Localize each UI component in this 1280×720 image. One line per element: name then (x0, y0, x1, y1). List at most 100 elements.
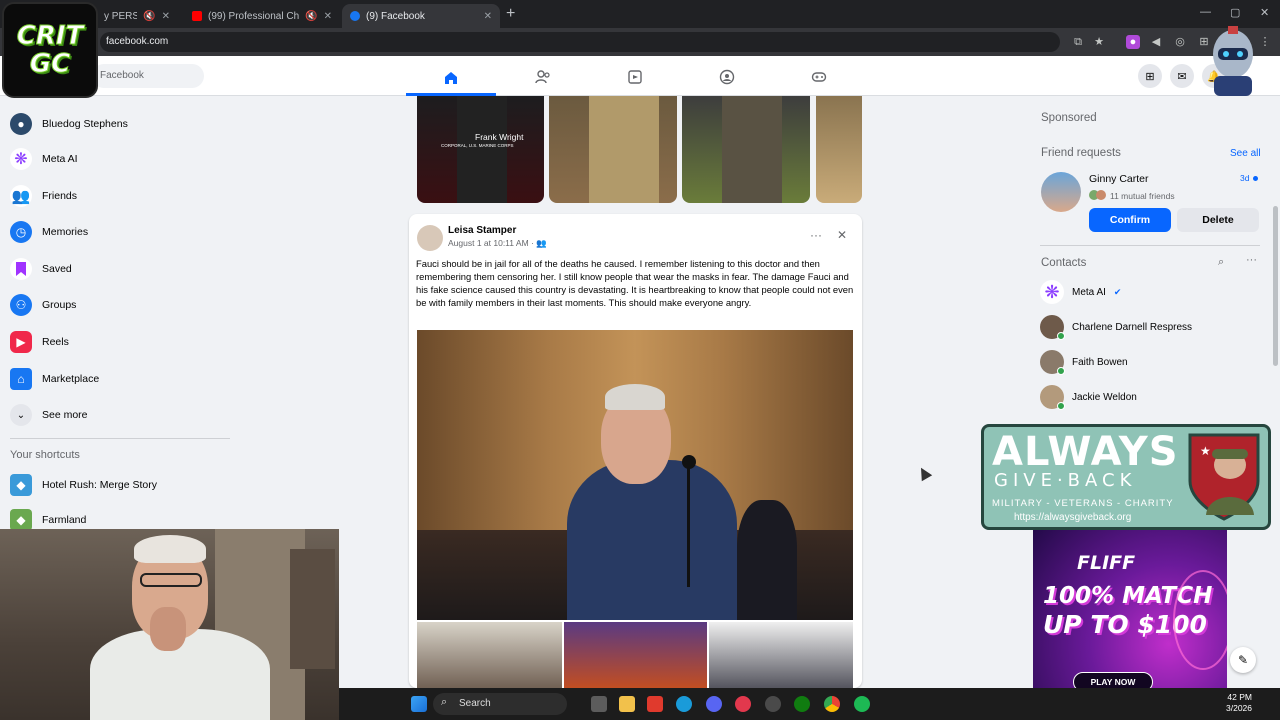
story-image (457, 96, 507, 203)
post-thumbnail[interactable] (709, 622, 853, 688)
sponsored-heading: Sponsored (1041, 112, 1097, 124)
spotify-icon[interactable] (854, 696, 870, 712)
shortcut-item[interactable]: ◆ Hotel Rush: Merge Story (10, 470, 157, 500)
scrollbar-thumb[interactable] (1273, 206, 1278, 366)
browser-tab-active[interactable]: (9) Facebook ✕ (342, 4, 500, 28)
webcam-background (290, 549, 335, 669)
friend-request-name[interactable]: Ginny Carter (1089, 173, 1149, 185)
friends-icon: 👥 (10, 185, 32, 207)
groups-tab[interactable] (682, 62, 772, 92)
contacts-more-icon[interactable]: ··· (1246, 254, 1257, 266)
see-all-link[interactable]: See all (1230, 148, 1261, 159)
post-timestamp[interactable]: August 1 at 10:11 AM · 👥 (448, 238, 547, 249)
clock-time: 42 PM (1227, 692, 1252, 702)
close-tab-icon[interactable]: ✕ (162, 11, 170, 22)
request-age: 3d (1240, 173, 1250, 183)
robot-mascot-overlay (1213, 26, 1253, 96)
app-icon[interactable] (735, 696, 751, 712)
post-more-button[interactable]: ··· (810, 228, 822, 242)
close-tab-icon[interactable]: ✕ (484, 11, 492, 22)
friends-tab[interactable] (498, 62, 588, 92)
rail-divider (1040, 245, 1260, 246)
taskbar-clock[interactable]: 42 PM 3/2026 (1226, 692, 1252, 714)
groups-icon: ⚇ (10, 294, 32, 316)
image-person-background (737, 500, 797, 620)
volume-icon[interactable]: ◀ (1149, 35, 1163, 49)
confirm-button[interactable]: Confirm (1089, 208, 1171, 232)
contact-item[interactable]: Faith Bowen (1040, 348, 1128, 376)
sidebar-item-saved[interactable]: Saved (10, 254, 72, 284)
taskbar-search[interactable]: Search (433, 693, 567, 715)
story-card[interactable]: Frank Wright CORPORAL, U.S. MARINE CORPS (417, 96, 544, 203)
mute-icon[interactable]: 🔇 (143, 11, 155, 22)
contact-item[interactable]: Jackie Weldon (1040, 383, 1137, 411)
story-card[interactable] (549, 96, 677, 203)
agb-subtitle: GIVE·BACK (994, 470, 1137, 491)
facebook-search-input[interactable]: Facebook (92, 64, 204, 88)
messenger-button[interactable]: ✉ (1170, 64, 1194, 88)
extension-icon[interactable]: ● (1126, 35, 1140, 49)
story-card[interactable] (816, 96, 862, 203)
post-author-name[interactable]: Leisa Stamper (448, 225, 516, 236)
page-scrollbar[interactable] (1271, 96, 1280, 688)
new-tab-button[interactable]: + (506, 5, 515, 23)
browser-menu-icon[interactable]: ⋮ (1258, 35, 1272, 49)
verified-badge-icon: ✔ (1113, 286, 1122, 297)
url-field[interactable]: facebook.com (100, 32, 1060, 52)
sidebar-item-friends[interactable]: 👥 Friends (10, 181, 77, 211)
friend-request-avatar[interactable] (1041, 172, 1081, 212)
story-image (589, 96, 659, 203)
mute-icon[interactable]: 🔇 (305, 11, 317, 22)
svg-text:★: ★ (1200, 444, 1211, 458)
delete-button[interactable]: Delete (1177, 208, 1259, 232)
video-tab[interactable] (590, 62, 680, 92)
post-thumbnail[interactable] (564, 622, 707, 688)
gaming-tab[interactable] (774, 62, 864, 92)
maximize-button[interactable]: ▢ (1230, 6, 1240, 19)
new-message-button[interactable]: ✎ (1230, 647, 1256, 673)
contact-item[interactable]: Charlene Darnell Respress (1040, 313, 1192, 341)
home-tab[interactable] (406, 62, 496, 96)
webcam-person (150, 607, 186, 651)
sidebar-item-groups[interactable]: ⚇ Groups (10, 290, 76, 320)
sidebar-item-label: Memories (42, 226, 89, 238)
story-image (722, 96, 782, 203)
xbox-icon[interactable] (794, 696, 810, 712)
tab-label: (99) Professional Chill Sessi (208, 10, 300, 22)
clock-date: 3/2026 (1226, 703, 1252, 713)
post-main-image[interactable] (417, 330, 853, 620)
extension-icon[interactable]: ◎ (1173, 35, 1187, 49)
sidebar-item-reels[interactable]: ▶ Reels (10, 327, 69, 357)
contact-item[interactable]: ❋ Meta AI ✔ (1040, 278, 1121, 306)
post-thumbnail[interactable] (417, 622, 562, 688)
story-caption-name: Frank Wright (475, 132, 524, 142)
minimize-button[interactable]: — (1200, 6, 1211, 18)
browser-tab[interactable]: y PERSONAL 🔇 ✕ (96, 4, 178, 28)
story-card[interactable] (682, 96, 810, 203)
bookmark-star-icon[interactable]: ★ (1092, 35, 1106, 49)
file-explorer-icon[interactable] (619, 696, 635, 712)
edge-icon[interactable] (676, 696, 692, 712)
app-icon[interactable] (765, 696, 781, 712)
browser-tab[interactable]: (99) Professional Chill Sessi 🔇 ✕ (184, 4, 340, 28)
image-microphone (687, 467, 690, 587)
sidebar-see-more[interactable]: ⌄ See more (10, 400, 88, 430)
sidebar-item-meta-ai[interactable]: ❋ Meta AI (10, 144, 78, 174)
close-tab-icon[interactable]: ✕ (324, 11, 332, 22)
cast-icon[interactable]: ⧉ (1071, 35, 1085, 49)
menu-grid-button[interactable]: ⊞ (1138, 64, 1162, 88)
task-view-icon[interactable] (591, 696, 607, 712)
sidebar-item-memories[interactable]: ◷ Memories (10, 217, 88, 247)
chrome-icon[interactable] (824, 696, 840, 712)
app-icon[interactable] (647, 696, 663, 712)
compose-icon: ✎ (1237, 653, 1249, 667)
sidebar-item-profile[interactable]: ● Bluedog Stephens (10, 109, 128, 139)
discord-icon[interactable] (706, 696, 722, 712)
post-close-button[interactable]: ✕ (837, 228, 847, 242)
sidebar-item-marketplace[interactable]: ⌂ Marketplace (10, 364, 99, 394)
contacts-search-icon[interactable]: ⌕ (1218, 256, 1224, 269)
windows-start-icon[interactable] (411, 696, 427, 712)
close-window-button[interactable]: ✕ (1260, 6, 1269, 19)
marketplace-icon: ⌂ (10, 368, 32, 390)
post-author-avatar[interactable] (417, 225, 443, 251)
